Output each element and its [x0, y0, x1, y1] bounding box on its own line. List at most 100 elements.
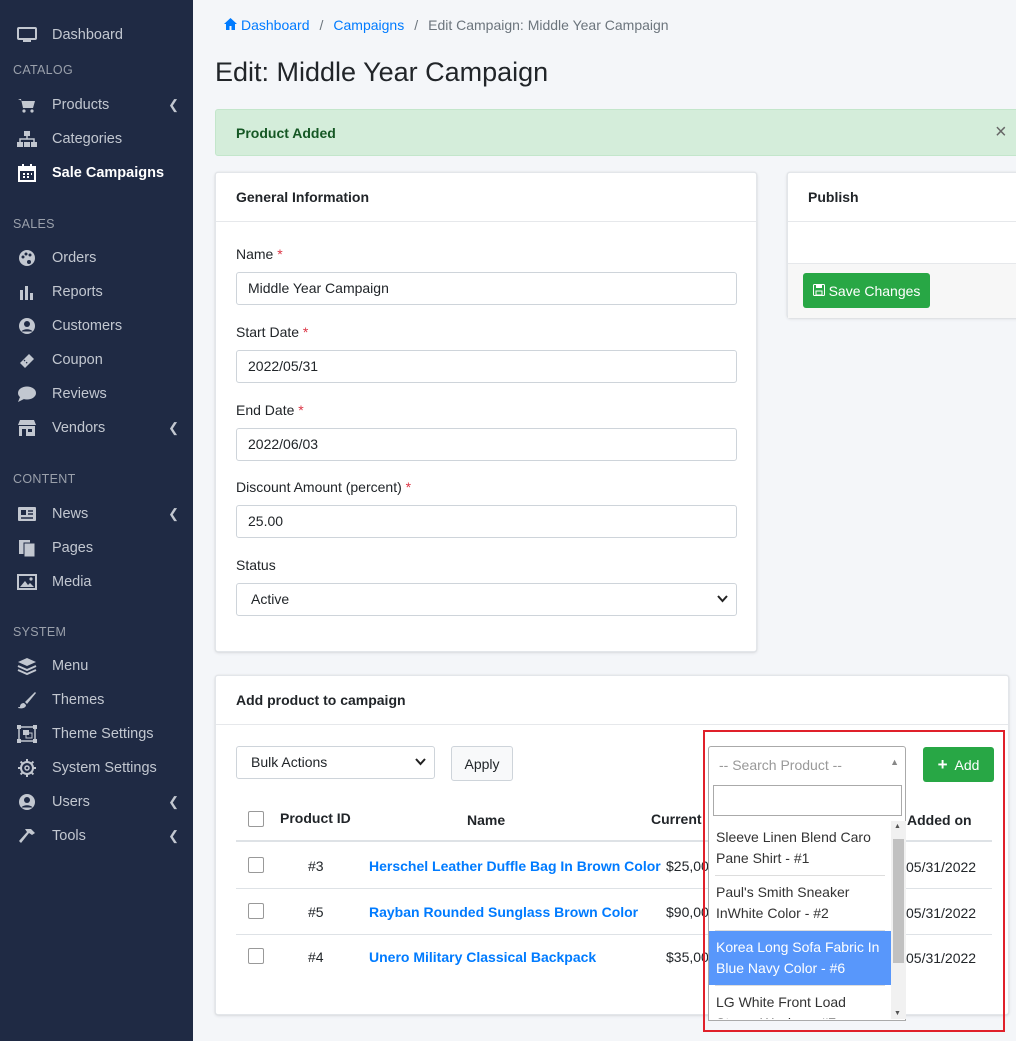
column-header-current: Current [651, 811, 702, 827]
start-date-field[interactable]: 2022/05/31 [236, 350, 737, 383]
sidebar-item-label: System Settings [52, 760, 157, 776]
sidebar-item-label: Theme Settings [52, 726, 154, 742]
end-date-field[interactable]: 2022/06/03 [236, 428, 737, 461]
publish-card: Publish Save Changes [787, 172, 1016, 318]
sidebar-item-customers[interactable]: Customers [0, 309, 193, 343]
row-checkbox[interactable] [248, 857, 264, 873]
sidebar-section-sales: SALES [13, 217, 55, 231]
chevron-left-icon: ❮ [168, 506, 179, 521]
calendar-icon [16, 164, 38, 182]
chevron-down-icon [717, 592, 728, 606]
end-date-label: End Date * [236, 402, 304, 418]
sidebar-item-categories[interactable]: Categories [0, 122, 193, 156]
required-mark: * [298, 402, 304, 418]
row-checkbox[interactable] [248, 948, 264, 964]
sidebar-section-content: CONTENT [13, 472, 76, 486]
breadcrumb-campaigns-link[interactable]: Campaigns [333, 17, 404, 33]
breadcrumb-separator: / [319, 17, 324, 33]
sidebar-item-label: Media [52, 574, 92, 590]
sidebar-item-label: Users [52, 794, 90, 810]
sidebar-item-users[interactable]: Users ❮ [0, 785, 193, 819]
status-value: Active [251, 591, 290, 607]
chevron-down-icon [415, 755, 426, 769]
comment-icon [16, 385, 38, 403]
card-title: General Information [216, 173, 756, 222]
row-checkbox[interactable] [248, 903, 264, 919]
sidebar-item-media[interactable]: Media [0, 565, 193, 599]
sidebar-item-theme-settings[interactable]: Theme Settings [0, 717, 193, 751]
save-changes-label: Save Changes [828, 282, 921, 299]
sidebar-item-pages[interactable]: Pages [0, 531, 193, 565]
sidebar-item-orders[interactable]: Orders [0, 241, 193, 275]
gear-icon [16, 759, 38, 777]
chevron-left-icon: ❮ [168, 828, 179, 843]
select-all-checkbox[interactable] [248, 811, 264, 827]
ticket-icon [16, 351, 38, 369]
sidebar: Dashboard CATALOG Products ❮ Categories … [0, 0, 193, 1041]
sidebar-item-dashboard[interactable]: Dashboard [0, 18, 193, 52]
sidebar-item-label: News [52, 506, 89, 522]
card-title: Publish [788, 173, 1016, 222]
user-circle-icon [16, 793, 38, 811]
sidebar-item-system-settings[interactable]: System Settings [0, 751, 193, 785]
sidebar-item-products[interactable]: Products ❮ [0, 88, 193, 122]
newspaper-icon [16, 505, 38, 523]
product-name-link[interactable]: Unero Military Classical Backpack [369, 949, 596, 965]
chevron-left-icon: ❮ [168, 420, 179, 435]
breadcrumb-separator: / [414, 17, 419, 33]
status-select[interactable]: Active [236, 583, 737, 616]
monitor-icon [16, 26, 38, 44]
sidebar-item-sale-campaigns[interactable]: Sale Campaigns [0, 156, 193, 190]
product-id: #3 [308, 858, 324, 874]
name-field[interactable]: Middle Year Campaign [236, 272, 737, 305]
discount-field[interactable]: 25.00 [236, 505, 737, 538]
sidebar-item-label: Tools [52, 828, 86, 844]
save-icon [812, 283, 825, 299]
user-circle-icon [16, 317, 38, 335]
discount-label: Discount Amount (percent) * [236, 479, 412, 495]
sidebar-item-menu[interactable]: Menu [0, 649, 193, 683]
required-mark: * [277, 246, 283, 262]
column-header-product-id: Product ID [280, 810, 351, 826]
sidebar-item-label: Themes [52, 692, 105, 708]
close-icon[interactable]: × [995, 122, 1007, 142]
home-icon[interactable] [224, 17, 237, 33]
sidebar-item-reviews[interactable]: Reviews [0, 377, 193, 411]
sidebar-item-tools[interactable]: Tools ❮ [0, 819, 193, 853]
column-header-name: Name [467, 812, 506, 828]
card-title: Add product to campaign [216, 676, 1008, 725]
paint-brush-icon [16, 691, 38, 709]
product-id: #4 [308, 949, 324, 965]
sidebar-item-coupon[interactable]: Coupon [0, 343, 193, 377]
sidebar-item-label: Sale Campaigns [52, 165, 165, 181]
bulk-actions-value: Bulk Actions [251, 754, 328, 770]
image-icon [16, 573, 38, 591]
cart-icon [16, 96, 38, 114]
sidebar-item-news[interactable]: News ❮ [0, 497, 193, 531]
annotation-highlight-box [703, 730, 1005, 1032]
copy-icon [16, 539, 38, 557]
sidebar-item-vendors[interactable]: Vendors ❮ [0, 411, 193, 445]
apply-button[interactable]: Apply [451, 746, 513, 781]
sidebar-item-label: Orders [52, 250, 97, 266]
breadcrumb-dashboard-link[interactable]: Dashboard [241, 17, 310, 33]
sitemap-icon [16, 130, 38, 148]
palette-icon [16, 249, 38, 267]
save-changes-button[interactable]: Save Changes [803, 273, 930, 308]
layers-icon [16, 657, 38, 675]
required-mark: * [302, 324, 309, 340]
name-label: Name * [236, 246, 283, 262]
sidebar-item-label: Pages [52, 540, 94, 556]
product-name-link[interactable]: Herschel Leather Duffle Bag In Brown Col… [369, 858, 661, 874]
sidebar-item-reports[interactable]: Reports [0, 275, 193, 309]
product-name-link[interactable]: Rayban Rounded Sunglass Brown Color [369, 904, 638, 920]
required-mark: * [405, 479, 412, 495]
breadcrumb: Dashboard / Campaigns / Edit Campaign: M… [224, 17, 669, 33]
sidebar-item-label: Dashboard [52, 27, 123, 43]
bulk-actions-select[interactable]: Bulk Actions [236, 746, 435, 779]
chevron-left-icon: ❮ [168, 97, 179, 112]
sidebar-item-themes[interactable]: Themes [0, 683, 193, 717]
hammer-icon [16, 827, 38, 845]
sidebar-item-label: Reports [52, 284, 103, 300]
general-information-card: General Information Name * Middle Year C… [215, 172, 757, 652]
